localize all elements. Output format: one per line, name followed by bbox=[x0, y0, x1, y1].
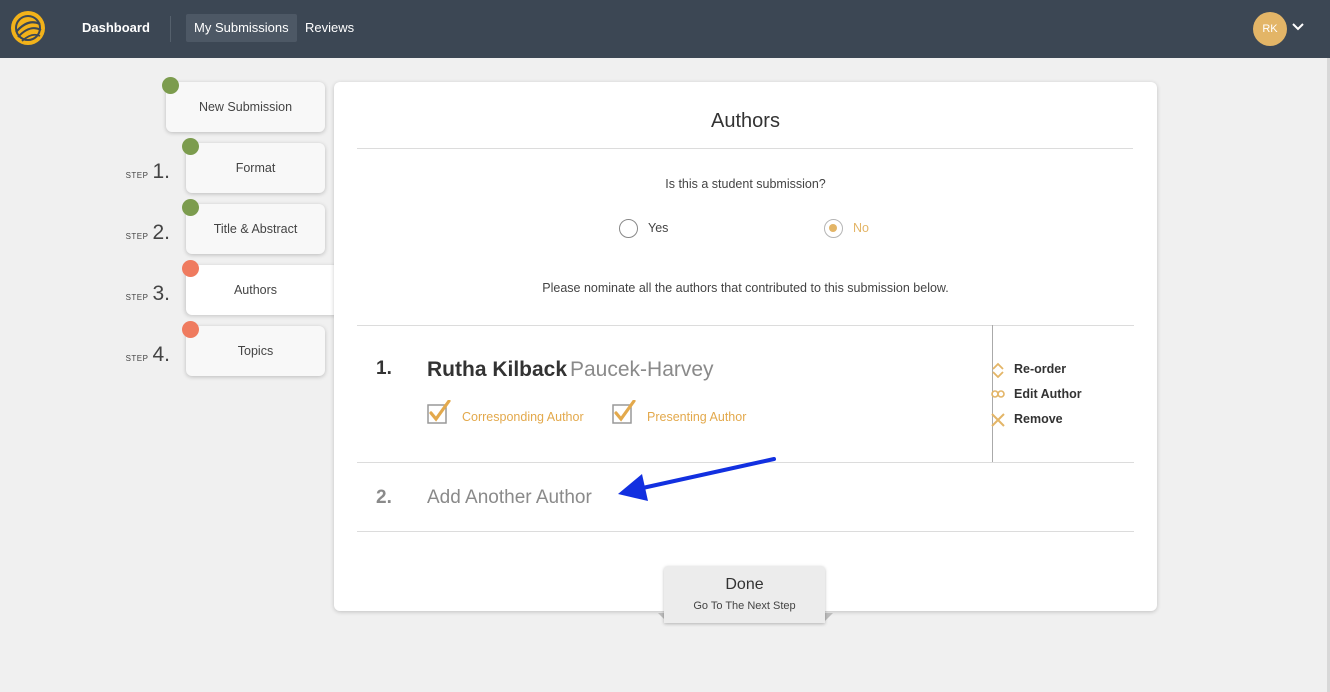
nominate-instructions: Please nominate all the authors that con… bbox=[542, 281, 949, 295]
close-icon bbox=[991, 412, 1005, 427]
step-2-label: STEP 2. bbox=[125, 221, 170, 244]
remove-label: Remove bbox=[1014, 412, 1063, 426]
step-3-label: STEP 3. bbox=[125, 282, 170, 305]
nav-my-submissions[interactable]: My Submissions bbox=[186, 14, 297, 42]
radio-yes[interactable] bbox=[619, 219, 638, 238]
user-avatar[interactable]: RK bbox=[1253, 12, 1287, 46]
step-topics-label: Topics bbox=[237, 344, 274, 358]
status-dot-incomplete bbox=[182, 321, 199, 338]
status-dot-complete bbox=[182, 138, 199, 155]
done-next-step-button[interactable]: Done Go To The Next Step bbox=[664, 566, 825, 623]
add-author-number: 2. bbox=[376, 487, 392, 508]
student-question: Is this a student submission? bbox=[665, 177, 826, 191]
status-dot-incomplete bbox=[182, 260, 199, 277]
link-icon bbox=[991, 389, 1005, 398]
edit-author-button[interactable]: Edit Author bbox=[990, 386, 1082, 402]
reorder-button[interactable]: Re-order bbox=[990, 361, 1067, 378]
nav-reviews[interactable]: Reviews bbox=[297, 14, 362, 42]
step-format[interactable]: Format bbox=[186, 143, 325, 193]
new-submission-card[interactable]: New Submission bbox=[166, 82, 325, 132]
done-tab-ear-right bbox=[825, 613, 833, 621]
corresponding-author-checkbox[interactable] bbox=[427, 400, 451, 424]
new-submission-label: New Submission bbox=[198, 100, 293, 114]
step-4-label: STEP 4. bbox=[125, 343, 170, 366]
reorder-icon bbox=[992, 362, 1004, 378]
corresponding-author-label[interactable]: Corresponding Author bbox=[462, 410, 584, 424]
author-name: Rutha Kilback bbox=[427, 358, 568, 381]
page-title: Authors bbox=[711, 110, 780, 132]
divider bbox=[357, 148, 1133, 149]
divider bbox=[357, 531, 1134, 532]
author-number: 1. bbox=[376, 358, 392, 379]
done-label: Done bbox=[725, 576, 764, 593]
top-nav-bar: Dashboard My Submissions Reviews RK bbox=[0, 0, 1330, 58]
presenting-author-label[interactable]: Presenting Author bbox=[647, 410, 746, 424]
step-topics[interactable]: Topics bbox=[186, 326, 325, 376]
step-title-abstract[interactable]: Title & Abstract bbox=[186, 204, 325, 254]
presenting-author-checkbox[interactable] bbox=[612, 400, 636, 424]
step-authors-label: Authors bbox=[233, 283, 278, 297]
nav-divider bbox=[170, 16, 171, 42]
step-authors[interactable]: Authors bbox=[186, 265, 338, 315]
done-sublabel: Go To The Next Step bbox=[693, 600, 796, 612]
step-format-label: Format bbox=[235, 161, 276, 175]
step-title-abstract-label: Title & Abstract bbox=[213, 222, 298, 236]
radio-no-label[interactable]: No bbox=[853, 221, 869, 235]
status-dot-complete bbox=[162, 77, 179, 94]
app-logo-icon[interactable] bbox=[10, 10, 46, 46]
step-1-label: STEP 1. bbox=[125, 160, 170, 183]
authors-panel: Authors Is this a student submission? Ye… bbox=[334, 82, 1157, 611]
reorder-label: Re-order bbox=[1014, 362, 1067, 376]
annotation-arrow-icon bbox=[618, 457, 776, 501]
divider bbox=[357, 325, 1134, 326]
radio-no[interactable] bbox=[824, 219, 843, 238]
status-dot-complete bbox=[182, 199, 199, 216]
nav-dashboard[interactable]: Dashboard bbox=[74, 14, 158, 42]
chevron-down-icon[interactable] bbox=[1291, 20, 1305, 34]
add-another-author-button[interactable]: Add Another Author bbox=[427, 487, 592, 509]
radio-yes-label[interactable]: Yes bbox=[648, 221, 668, 235]
remove-author-button[interactable]: Remove bbox=[990, 411, 1063, 427]
edit-author-label: Edit Author bbox=[1014, 387, 1082, 401]
author-organization: Paucek-Harvey bbox=[570, 358, 714, 381]
